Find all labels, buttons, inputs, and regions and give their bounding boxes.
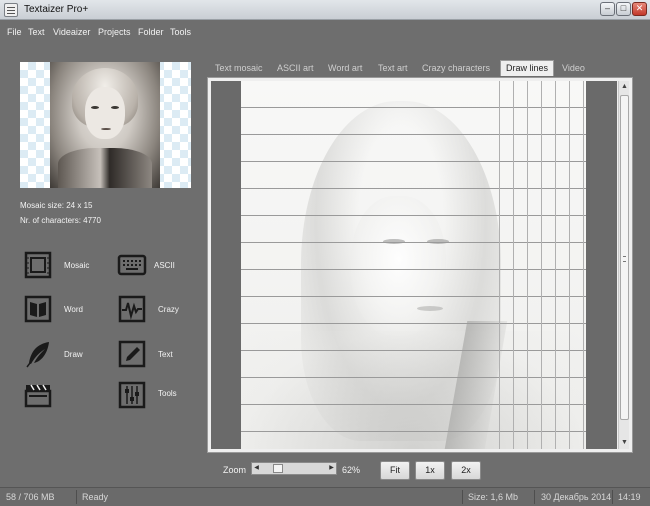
output-canvas[interactable]: [211, 81, 617, 449]
window-title: Textaizer Pro+: [24, 4, 89, 15]
video-tool-button[interactable]: [23, 380, 57, 410]
menu-projects[interactable]: Projects: [98, 27, 131, 37]
sliders-icon: [118, 381, 146, 409]
scroll-down-arrow-icon[interactable]: ▼: [619, 437, 630, 449]
mosaic-size-text: Mosaic size: 24 x 15: [20, 201, 93, 210]
book-icon: [24, 295, 52, 323]
fit-button[interactable]: Fit: [380, 461, 410, 480]
zoom-slider-knob[interactable]: [272, 464, 283, 473]
menu-text[interactable]: Text: [28, 27, 45, 37]
memory-usage: 58 / 706 MB: [6, 492, 55, 502]
output-canvas-frame: ▲ ▼: [207, 77, 633, 453]
zoom-2x-button[interactable]: 2x: [451, 461, 481, 480]
text-tool-button[interactable]: [117, 339, 151, 369]
scroll-up-arrow-icon[interactable]: ▲: [619, 81, 630, 93]
tab-video[interactable]: Video: [557, 60, 590, 76]
word-tool-button[interactable]: [23, 294, 57, 324]
close-button[interactable]: ✕: [632, 2, 647, 16]
mosaic-icon: [24, 251, 52, 279]
clapperboard-icon: [24, 384, 52, 408]
tab-text-mosaic[interactable]: Text mosaic: [210, 60, 268, 76]
menu-folder[interactable]: Folder: [138, 27, 164, 37]
keyboard-icon: [117, 254, 147, 276]
menu-bar: File Text Videaizer Projects Folder Tool…: [0, 20, 650, 42]
wave-icon: [118, 295, 146, 323]
tool-label-text: Text: [158, 350, 173, 359]
tool-label-tools: Tools: [158, 389, 177, 398]
scrollbar-thumb[interactable]: [620, 95, 629, 420]
tool-label-mosaic: Mosaic: [64, 261, 90, 270]
tool-label-crazy: Crazy: [158, 305, 179, 314]
character-count-text: Nr. of characters: 4770: [20, 216, 101, 225]
status-bar: 58 / 706 MB Ready Size: 1,6 Mb 30 Декабр…: [0, 487, 650, 506]
zoom-label: Zoom: [223, 465, 247, 475]
zoom-slider[interactable]: ◀ ▶: [251, 462, 337, 475]
status-time: 14:19: [618, 492, 641, 502]
tool-label-draw: Draw: [64, 350, 83, 359]
minimize-button[interactable]: –: [600, 2, 615, 16]
draw-lines-artwork: [241, 81, 586, 449]
tab-word-art[interactable]: Word art: [323, 60, 367, 76]
draw-tool-button[interactable]: [23, 339, 57, 369]
source-image-preview[interactable]: [20, 62, 191, 188]
crazy-tool-button[interactable]: [117, 294, 151, 324]
tools-tool-button[interactable]: [117, 380, 151, 410]
zoom-1x-button[interactable]: 1x: [415, 461, 445, 480]
file-size: Size: 1,6 Mb: [468, 492, 519, 502]
zoom-value: 62%: [342, 465, 361, 475]
app-menu-icon[interactable]: [4, 3, 18, 17]
vertical-lines: [499, 81, 586, 449]
ascii-tool-button[interactable]: [117, 250, 151, 280]
mosaic-tool-button[interactable]: [23, 250, 57, 280]
menu-videaizer[interactable]: Videaizer: [53, 27, 90, 37]
zoom-right-arrow-icon[interactable]: ▶: [327, 463, 336, 474]
tab-text-art[interactable]: Text art: [373, 60, 413, 76]
menu-file[interactable]: File: [7, 27, 22, 37]
menu-tools[interactable]: Tools: [170, 27, 191, 37]
title-bar: Textaizer Pro+ – □ ✕: [0, 0, 650, 20]
status-text: Ready: [82, 492, 109, 502]
tab-crazy-characters[interactable]: Crazy characters: [417, 60, 495, 76]
feather-icon: [26, 342, 49, 368]
status-date: 30 Декабрь 2014: [541, 492, 612, 502]
tab-draw-lines[interactable]: Draw lines: [500, 60, 555, 76]
vertical-scrollbar[interactable]: ▲ ▼: [618, 81, 629, 449]
maximize-button[interactable]: □: [616, 2, 631, 16]
tool-label-word: Word: [64, 305, 83, 314]
zoom-left-arrow-icon[interactable]: ◀: [252, 463, 261, 474]
portrait-thumbnail: [50, 62, 160, 188]
pencil-icon: [118, 340, 146, 368]
tab-ascii-art[interactable]: ASCII art: [272, 60, 319, 76]
tool-label-ascii: ASCII: [154, 261, 175, 270]
